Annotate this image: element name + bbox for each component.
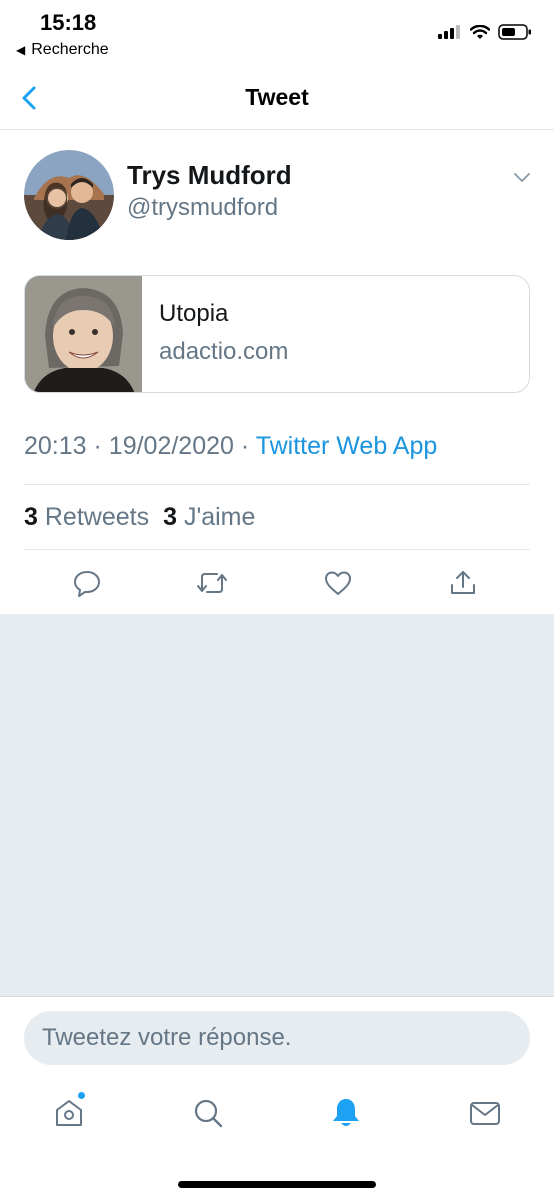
author-handle[interactable]: @trysmudford: [127, 194, 278, 222]
home-notification-dot: [77, 1091, 86, 1100]
search-icon: [194, 1099, 223, 1128]
retweets-label: Retweets: [44, 503, 150, 531]
like-icon: [325, 571, 351, 595]
reply-icon: [74, 571, 100, 597]
tweet-time: 20:13: [24, 432, 87, 460]
retweet-icon: [197, 573, 227, 593]
tweet-actions: [0, 560, 554, 606]
reply-placeholder: Tweetez votre réponse.: [42, 1024, 292, 1051]
bottom-panel: Tweetez votre réponse.: [0, 996, 554, 1200]
tab-messages[interactable]: [465, 1093, 505, 1133]
likes-label: J'aime: [183, 503, 256, 531]
page-title: Tweet: [245, 84, 309, 110]
nav-bar: Tweet: [0, 66, 554, 130]
chevron-down-icon: [514, 173, 530, 182]
reply-button[interactable]: [70, 566, 104, 600]
link-card[interactable]: Utopia adactio.com: [24, 275, 530, 393]
retweets-stat[interactable]: 3 Retweets: [24, 503, 149, 532]
status-back-to-app[interactable]: ◀ Recherche: [16, 41, 109, 59]
tweet-detail-screen: 15:18 ◀ Recherche Tweet Trys Mudford @tr…: [0, 0, 554, 1200]
tweet-source-link[interactable]: Twitter Web App: [256, 432, 438, 460]
status-time: 15:18: [40, 10, 97, 35]
card-thumbnail: [25, 276, 142, 392]
signal-icon: [438, 25, 460, 39]
tweet-options-button[interactable]: [512, 170, 532, 184]
retweet-button[interactable]: [195, 566, 229, 600]
messages-icon: [470, 1102, 500, 1125]
like-button[interactable]: [321, 566, 355, 600]
tweet-timestamp-line: 20:13 · 19/02/2020 · Twitter Web App: [24, 432, 438, 460]
status-icons: [438, 24, 532, 40]
back-triangle-icon: ◀: [16, 43, 26, 57]
likes-count: 3: [163, 503, 177, 531]
tweet-date: 19/02/2020: [108, 432, 234, 460]
author-avatar[interactable]: [24, 150, 114, 240]
tab-notifications[interactable]: [326, 1093, 366, 1133]
tab-search[interactable]: [188, 1093, 228, 1133]
likes-stat[interactable]: 3 J'aime: [163, 503, 255, 532]
avatar-photo: [24, 150, 114, 240]
notifications-icon: [333, 1099, 359, 1126]
share-button[interactable]: [446, 566, 480, 600]
engagement-counts: 3 Retweets 3 J'aime: [24, 503, 255, 532]
wifi-icon: [470, 24, 490, 39]
divider: [24, 549, 530, 550]
status-back-label: Recherche: [31, 41, 109, 58]
author-name[interactable]: Trys Mudford: [127, 160, 292, 191]
home-indicator: [178, 1181, 376, 1188]
share-icon: [451, 571, 475, 594]
retweets-count: 3: [24, 503, 38, 531]
battery-icon: [498, 24, 531, 40]
divider: [24, 484, 530, 485]
card-domain: adactio.com: [159, 338, 289, 365]
card-title: Utopia: [159, 300, 229, 327]
home-icon: [56, 1100, 82, 1126]
reply-input[interactable]: Tweetez votre réponse.: [24, 1011, 530, 1065]
